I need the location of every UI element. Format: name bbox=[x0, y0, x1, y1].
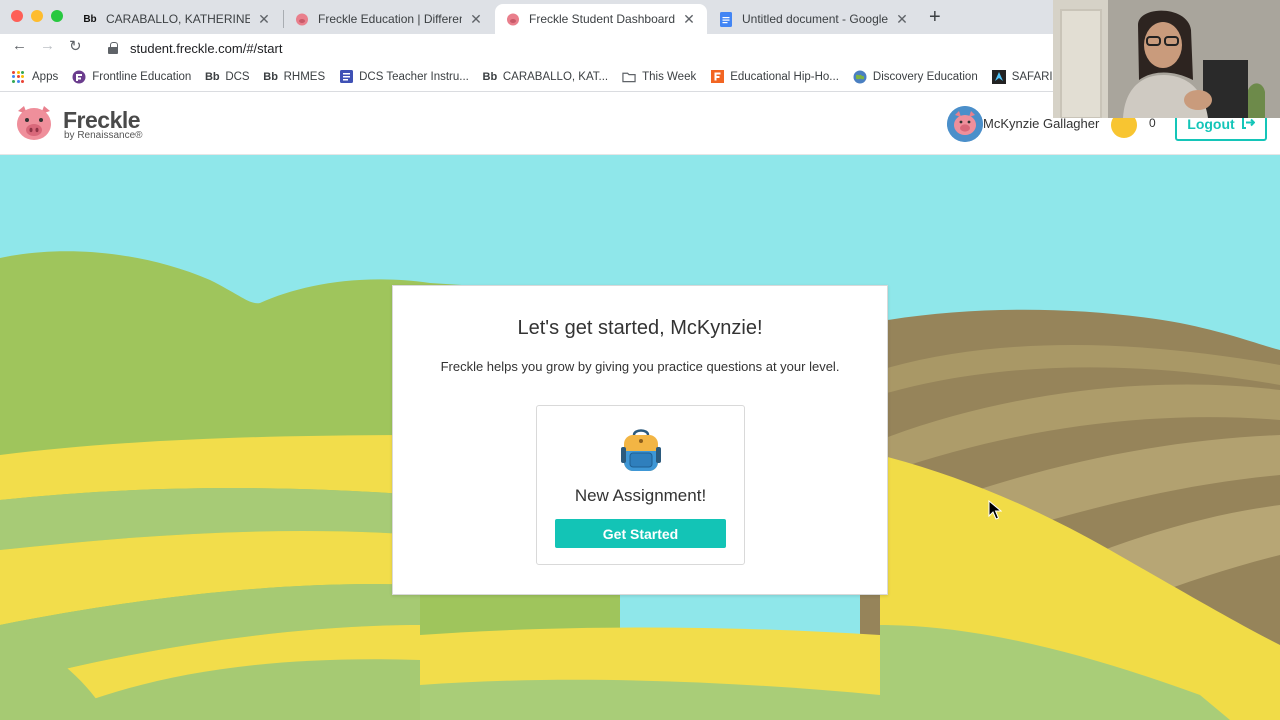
new-tab-plus-icon[interactable]: + bbox=[929, 6, 941, 29]
folder-icon bbox=[622, 70, 636, 84]
bookmark-label: DCS bbox=[225, 70, 250, 83]
frontline-icon bbox=[72, 70, 86, 84]
safari-icon bbox=[991, 69, 1006, 84]
tab-title: Freckle Student Dashboard bbox=[529, 12, 675, 26]
blackboard-icon: Bb bbox=[83, 13, 97, 25]
user-name: McKynzie Gallagher bbox=[983, 116, 1100, 131]
welcome-subtitle: Freckle helps you grow by giving you pra… bbox=[440, 359, 840, 374]
tab-close-icon[interactable]: ✕ bbox=[681, 11, 697, 28]
bookmark-label: RHMES bbox=[283, 70, 326, 83]
tab-close-icon[interactable]: ✕ bbox=[468, 11, 484, 28]
address-bar[interactable]: student.freckle.com/#/start bbox=[100, 36, 1050, 60]
tab-google-doc[interactable]: Untitled document - Google Doc... ✕ bbox=[708, 4, 920, 34]
tab-title: Freckle Education | Differentiatio... bbox=[318, 12, 462, 26]
globe-icon bbox=[853, 70, 867, 84]
bookmark-frontline[interactable]: Frontline Education bbox=[72, 70, 191, 84]
new-assignment-title: New Assignment! bbox=[574, 486, 707, 505]
tab-freckle-education[interactable]: Freckle Education | Differentiatio... ✕ bbox=[284, 4, 494, 34]
blackboard-icon: Bb bbox=[482, 70, 498, 83]
tab-title: CARABALLO, KATHERINE (5th) ... bbox=[106, 12, 250, 26]
google-docs-icon bbox=[718, 11, 734, 27]
renaissance-subtitle: by Renaissance® bbox=[64, 130, 143, 141]
pig-icon bbox=[505, 11, 521, 27]
coin-count: 0 bbox=[1149, 116, 1156, 130]
bookmark-this-week[interactable]: This Week bbox=[622, 70, 696, 84]
flocabulary-icon bbox=[710, 70, 724, 84]
get-started-button[interactable]: Get Started bbox=[555, 519, 726, 548]
welcome-card: Let's get started, McKynzie! Freckle hel… bbox=[392, 285, 888, 595]
tab-caraballo[interactable]: Bb CARABALLO, KATHERINE (5th) ... ✕ bbox=[72, 4, 282, 34]
bookmark-label: Frontline Education bbox=[92, 70, 192, 83]
tab-title: Untitled document - Google Doc... bbox=[742, 12, 888, 26]
url-text: student.freckle.com/#/start bbox=[130, 40, 283, 56]
bookmark-label: This Week bbox=[642, 70, 697, 83]
bookmark-label: Educational Hip-Ho... bbox=[730, 70, 839, 83]
tab-freckle-dashboard[interactable]: Freckle Student Dashboard ✕ bbox=[495, 4, 707, 34]
webcam-person-illustration bbox=[1053, 0, 1280, 118]
bookmark-label: Apps bbox=[32, 70, 59, 83]
backpack-icon bbox=[621, 427, 661, 473]
tab-close-icon[interactable]: ✕ bbox=[894, 11, 910, 28]
bookmark-label: CARABALLO, KAT... bbox=[502, 70, 609, 83]
bookmark-rhmes[interactable]: Bb RHMES bbox=[263, 70, 326, 84]
welcome-title: Let's get started, McKynzie! bbox=[517, 317, 763, 339]
mouse-pointer-icon bbox=[988, 499, 1003, 520]
apps-grid-icon bbox=[12, 70, 24, 83]
new-assignment-card: New Assignment! Get Started bbox=[536, 405, 745, 565]
bookmark-dcs[interactable]: Bb DCS bbox=[204, 70, 250, 84]
window-close-button[interactable] bbox=[11, 10, 23, 22]
bookmark-label: DCS Teacher Instru... bbox=[359, 70, 469, 83]
bookmark-apps[interactable]: Apps bbox=[12, 70, 59, 83]
blackboard-icon: Bb bbox=[204, 70, 220, 83]
back-arrow-icon[interactable]: ← bbox=[12, 37, 27, 54]
freckle-pig-logo-icon[interactable] bbox=[14, 105, 54, 141]
webcam-overlay bbox=[1053, 0, 1280, 118]
bookmark-discovery[interactable]: Discovery Education bbox=[853, 70, 978, 84]
bookmark-caraballo[interactable]: Bb CARABALLO, KAT... bbox=[482, 70, 609, 84]
bookmark-flocabulary[interactable]: Educational Hip-Ho... bbox=[710, 70, 839, 84]
forward-arrow-icon[interactable]: → bbox=[40, 37, 55, 54]
forms-icon bbox=[339, 70, 353, 84]
pig-icon bbox=[294, 11, 310, 27]
bookmark-label: Discovery Education bbox=[872, 70, 978, 83]
bookmark-dcs-teacher[interactable]: DCS Teacher Instru... bbox=[339, 70, 469, 84]
reload-icon[interactable]: ↻ bbox=[69, 37, 82, 55]
lock-icon bbox=[108, 42, 118, 54]
tab-close-icon[interactable]: ✕ bbox=[256, 11, 272, 28]
window-minimize-button[interactable] bbox=[31, 10, 43, 22]
avatar[interactable] bbox=[947, 106, 983, 142]
window-zoom-button[interactable] bbox=[51, 10, 63, 22]
blackboard-icon: Bb bbox=[263, 70, 278, 83]
